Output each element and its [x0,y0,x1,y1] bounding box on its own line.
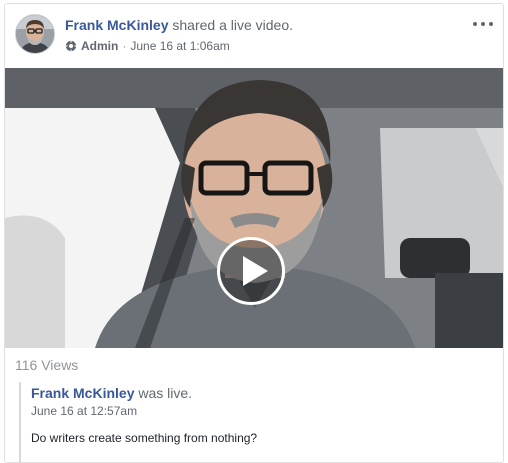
play-icon [243,256,268,286]
avatar[interactable] [15,14,55,54]
post-timestamp[interactable]: June 16 at 1:06am [130,38,229,54]
shared-timestamp[interactable]: June 16 at 12:57am [31,403,137,419]
more-dot [481,22,485,26]
shared-headline: Frank McKinley was live. [31,384,192,402]
shared-action-text: was live. [138,385,193,401]
views-count: 116 Views [15,357,79,373]
more-dot [489,22,493,26]
gear-icon [65,40,77,52]
post-header: Frank McKinley shared a live video. Admi… [15,14,495,58]
shared-post-text: Do writers create something from nothing… [31,431,258,445]
play-button[interactable] [217,237,285,305]
shared-author-link[interactable]: Frank McKinley [31,385,134,401]
more-options-icon[interactable] [473,16,493,32]
author-link[interactable]: Frank McKinley [65,17,168,33]
post-meta: Admin · June 16 at 1:06am [65,38,230,54]
more-dot [473,22,477,26]
video-thumbnail [5,68,503,348]
meta-separator: · [122,39,127,53]
admin-label: Admin [81,39,119,53]
post-card: Frank McKinley shared a live video. Admi… [4,3,504,463]
post-action-text: shared a live video. [172,17,294,33]
post-headline: Frank McKinley shared a live video. [65,16,293,34]
shared-live-post: Frank McKinley was live. June 16 at 12:5… [19,382,491,462]
video-player[interactable] [5,68,503,348]
